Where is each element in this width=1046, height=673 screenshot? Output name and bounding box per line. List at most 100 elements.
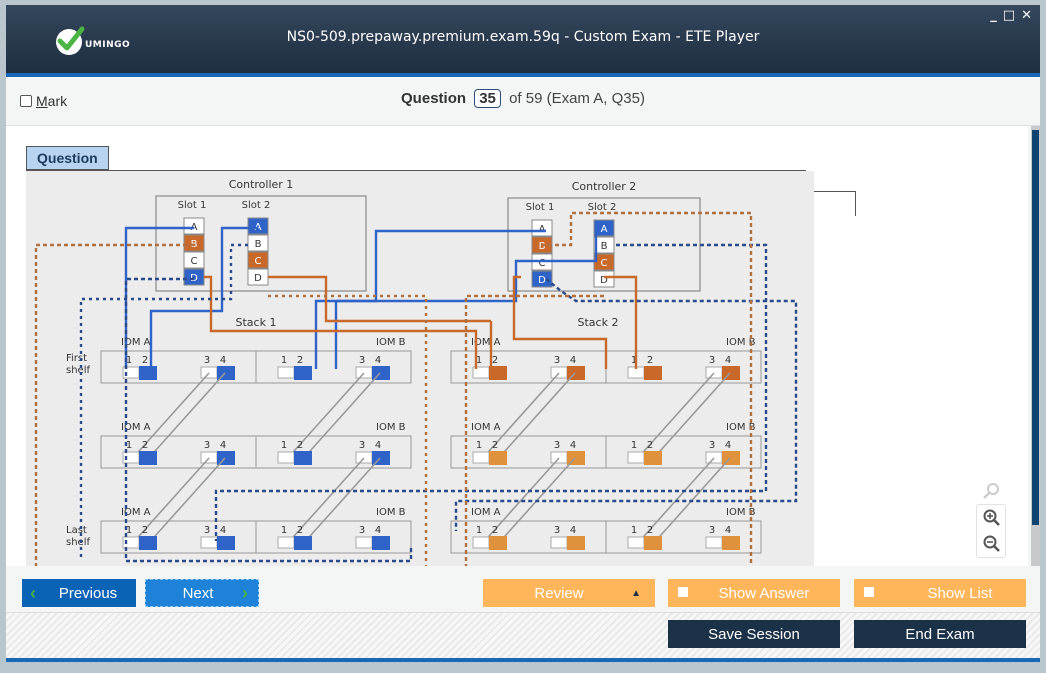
port-number: 2	[142, 440, 148, 451]
port-number: 3	[709, 355, 715, 366]
sas-port	[277, 536, 295, 549]
sas-port-connected	[139, 451, 157, 465]
port-number: 1	[281, 355, 287, 366]
maximize-button[interactable]: □	[1003, 8, 1015, 23]
port-number: 2	[647, 525, 653, 536]
port-number: 4	[220, 355, 226, 366]
end-exam-button[interactable]: End Exam	[854, 620, 1026, 648]
sas-port	[355, 536, 373, 549]
zoom-toolbar	[976, 478, 1006, 558]
port-label: C	[539, 258, 546, 269]
port-number: 1	[281, 525, 287, 536]
review-label: Review	[534, 584, 584, 602]
review-button[interactable]: Review ▲	[483, 579, 655, 607]
stack-label: Stack 1	[236, 316, 277, 329]
sas-port-connected	[644, 451, 662, 465]
sas-port	[200, 451, 218, 464]
port-number: 3	[204, 440, 210, 451]
question-bar: Mark Question 35 of 59 (Exam A, Q35)	[6, 77, 1040, 126]
vertical-scrollbar[interactable]	[1031, 126, 1040, 566]
sas-port	[550, 451, 568, 464]
port-number: 2	[297, 355, 303, 366]
sas-port-connected	[139, 366, 157, 380]
action-row: Save Session End Exam	[6, 613, 1040, 658]
sas-port-connected	[294, 536, 312, 550]
next-button[interactable]: Next ›	[145, 579, 259, 607]
port-label: A	[539, 224, 546, 235]
tab-bar: Question Exhibit	[26, 146, 856, 216]
sas-port	[277, 451, 295, 464]
port-number: 4	[375, 525, 381, 536]
port-number: 4	[570, 525, 576, 536]
title-bar: UMINGO NS0-509.prepaway.premium.exam.59q…	[6, 5, 1040, 77]
slot-label: Slot 1	[526, 202, 555, 213]
port-number: 3	[554, 440, 560, 451]
minimize-button[interactable]: _	[990, 8, 997, 23]
sas-port-connected	[489, 536, 507, 550]
sas-port	[627, 536, 645, 549]
close-button[interactable]: ✕	[1021, 8, 1032, 23]
port-number: 1	[476, 440, 482, 451]
port-number: 2	[142, 355, 148, 366]
first-shelf-label: First	[66, 353, 87, 364]
port-label: C	[191, 256, 198, 267]
show-answer-toggle[interactable]: Show Answer	[668, 579, 840, 607]
port-number: 3	[204, 525, 210, 536]
port-number: 4	[725, 355, 731, 366]
sas-port	[355, 451, 373, 464]
chevron-left-icon: ‹	[30, 582, 36, 603]
chevron-right-icon: ›	[242, 582, 248, 603]
zoom-buttons	[976, 504, 1006, 558]
last-shelf-label: shelf	[66, 537, 90, 548]
show-list-checkbox[interactable]	[864, 587, 874, 597]
port-number: 2	[297, 525, 303, 536]
port-number: 2	[492, 440, 498, 451]
show-list-toggle[interactable]: Show List	[854, 579, 1026, 607]
port-number: 1	[631, 525, 637, 536]
port-number: 3	[554, 355, 560, 366]
window-title: NS0-509.prepaway.premium.exam.59q - Cust…	[286, 29, 760, 45]
zoom-out-icon[interactable]	[977, 531, 1007, 557]
tab-question[interactable]: Question	[26, 146, 109, 170]
question-number-input[interactable]: 35	[474, 89, 501, 108]
port-number: 2	[647, 355, 653, 366]
port-label: B	[255, 239, 262, 250]
sas-port	[705, 366, 723, 379]
port-number: 4	[220, 440, 226, 451]
port-label: A	[601, 224, 608, 235]
show-list-label: Show List	[927, 584, 993, 602]
zoom-in-icon[interactable]	[977, 505, 1007, 531]
sas-port	[550, 366, 568, 379]
sas-port	[200, 366, 218, 379]
iom-label: IOM B	[376, 422, 406, 433]
window-bottom-border	[6, 658, 1040, 662]
iom-label: IOM A	[471, 422, 501, 433]
previous-button[interactable]: ‹ Previous	[22, 579, 136, 607]
port-number: 3	[359, 440, 365, 451]
sas-port	[705, 536, 723, 549]
port-number: 3	[554, 525, 560, 536]
port-number: 2	[647, 440, 653, 451]
iom-label: IOM B	[376, 337, 406, 348]
cabling-diagram: Controller 1Slot 1ABCDSlot 2ABCDControll…	[26, 171, 814, 566]
window-controls: _ □ ✕	[990, 8, 1032, 23]
footer: ‹ Previous Next › Review ▲ Show Answer S…	[6, 566, 1040, 662]
question-suffix: of 59 (Exam A, Q35)	[509, 90, 645, 107]
magnifier-icon[interactable]	[976, 478, 1006, 504]
port-label: D	[254, 273, 262, 284]
show-answer-checkbox[interactable]	[678, 587, 688, 597]
stack-label: Stack 2	[578, 316, 619, 329]
content-area: Question Exhibit Controller 1Slot 1ABCDS…	[6, 126, 1028, 566]
port-number: 4	[375, 355, 381, 366]
slot-label: Slot 2	[242, 200, 271, 211]
port-number: 4	[220, 525, 226, 536]
port-label: D	[538, 275, 546, 286]
save-session-button[interactable]: Save Session	[668, 620, 840, 648]
question-info: Question 35 of 59 (Exam A, Q35)	[6, 89, 1040, 108]
caret-up-icon: ▲	[631, 587, 641, 599]
port-number: 3	[709, 440, 715, 451]
exhibit-image: Controller 1 Slot 1 A B C D Slot 2 A B C D Controll…	[26, 171, 814, 566]
scrollbar-thumb[interactable]	[1032, 130, 1039, 525]
sas-port	[200, 536, 218, 549]
sas-port	[355, 366, 373, 379]
